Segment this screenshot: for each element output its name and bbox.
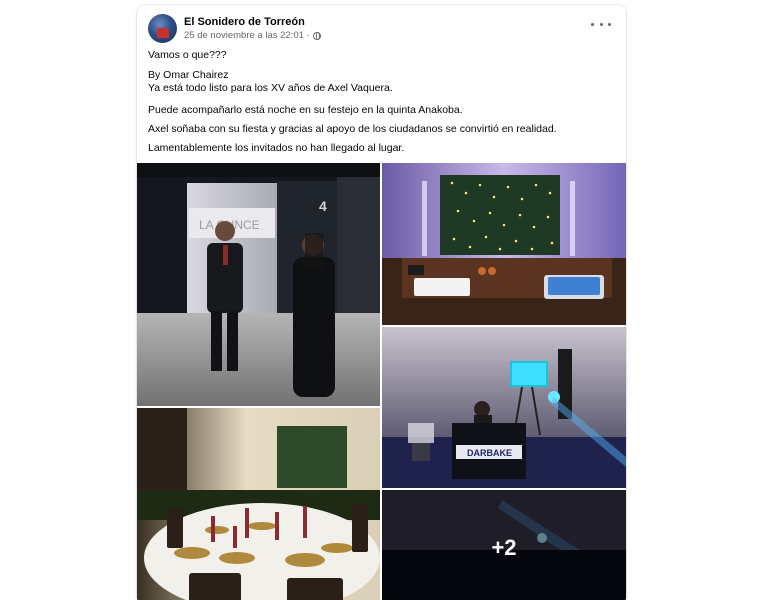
photo-cake-table <box>382 163 626 325</box>
dot-icon <box>608 22 611 26</box>
post-photo-4[interactable] <box>137 408 380 600</box>
photo-couple-venue: LA OUNCE 4 <box>137 163 380 406</box>
post-timestamp[interactable]: 25 de noviembre a las 22:01 · <box>184 30 310 41</box>
photo-dining-table <box>137 408 380 600</box>
post-text-line: Ya está todo listo para los XV años de A… <box>148 82 393 94</box>
post-photo-1[interactable]: LA OUNCE 4 <box>137 163 380 406</box>
post-card: El Sonidero de Torreón 25 de noviembre a… <box>137 5 626 600</box>
post-text-line: Lamentablemente los invitados no han lle… <box>148 142 405 154</box>
photo-dj-booth: DARBAKE <box>382 327 626 488</box>
more-photos-count: +2 <box>491 534 517 560</box>
post-photo-3[interactable]: DARBAKE <box>382 327 626 488</box>
globe-icon <box>312 31 321 40</box>
post-text-line: Axel soñaba con su fiesta y gracias al a… <box>148 123 557 135</box>
building-number-text: 4 <box>319 198 327 214</box>
post-text-line: Vamos o que??? <box>148 49 227 61</box>
post-photo-5[interactable]: +2 <box>382 490 626 600</box>
more-photos-overlay[interactable]: +2 <box>382 490 626 600</box>
more-options-button[interactable] <box>591 17 611 31</box>
post-text-line: By Omar Chairez <box>148 69 229 81</box>
post-meta: 25 de noviembre a las 22:01 · <box>184 30 321 41</box>
post-header: El Sonidero de Torreón 25 de noviembre a… <box>137 5 626 45</box>
dot-icon <box>591 22 594 26</box>
page-avatar[interactable] <box>148 14 177 43</box>
dj-booth-label: DARBAKE <box>467 448 512 458</box>
dot-icon <box>599 22 603 26</box>
post-photo-2[interactable] <box>382 163 626 325</box>
page-name-link[interactable]: El Sonidero de Torreón <box>184 16 305 28</box>
post-text-line: Puede acompañarlo está noche en su feste… <box>148 104 463 116</box>
